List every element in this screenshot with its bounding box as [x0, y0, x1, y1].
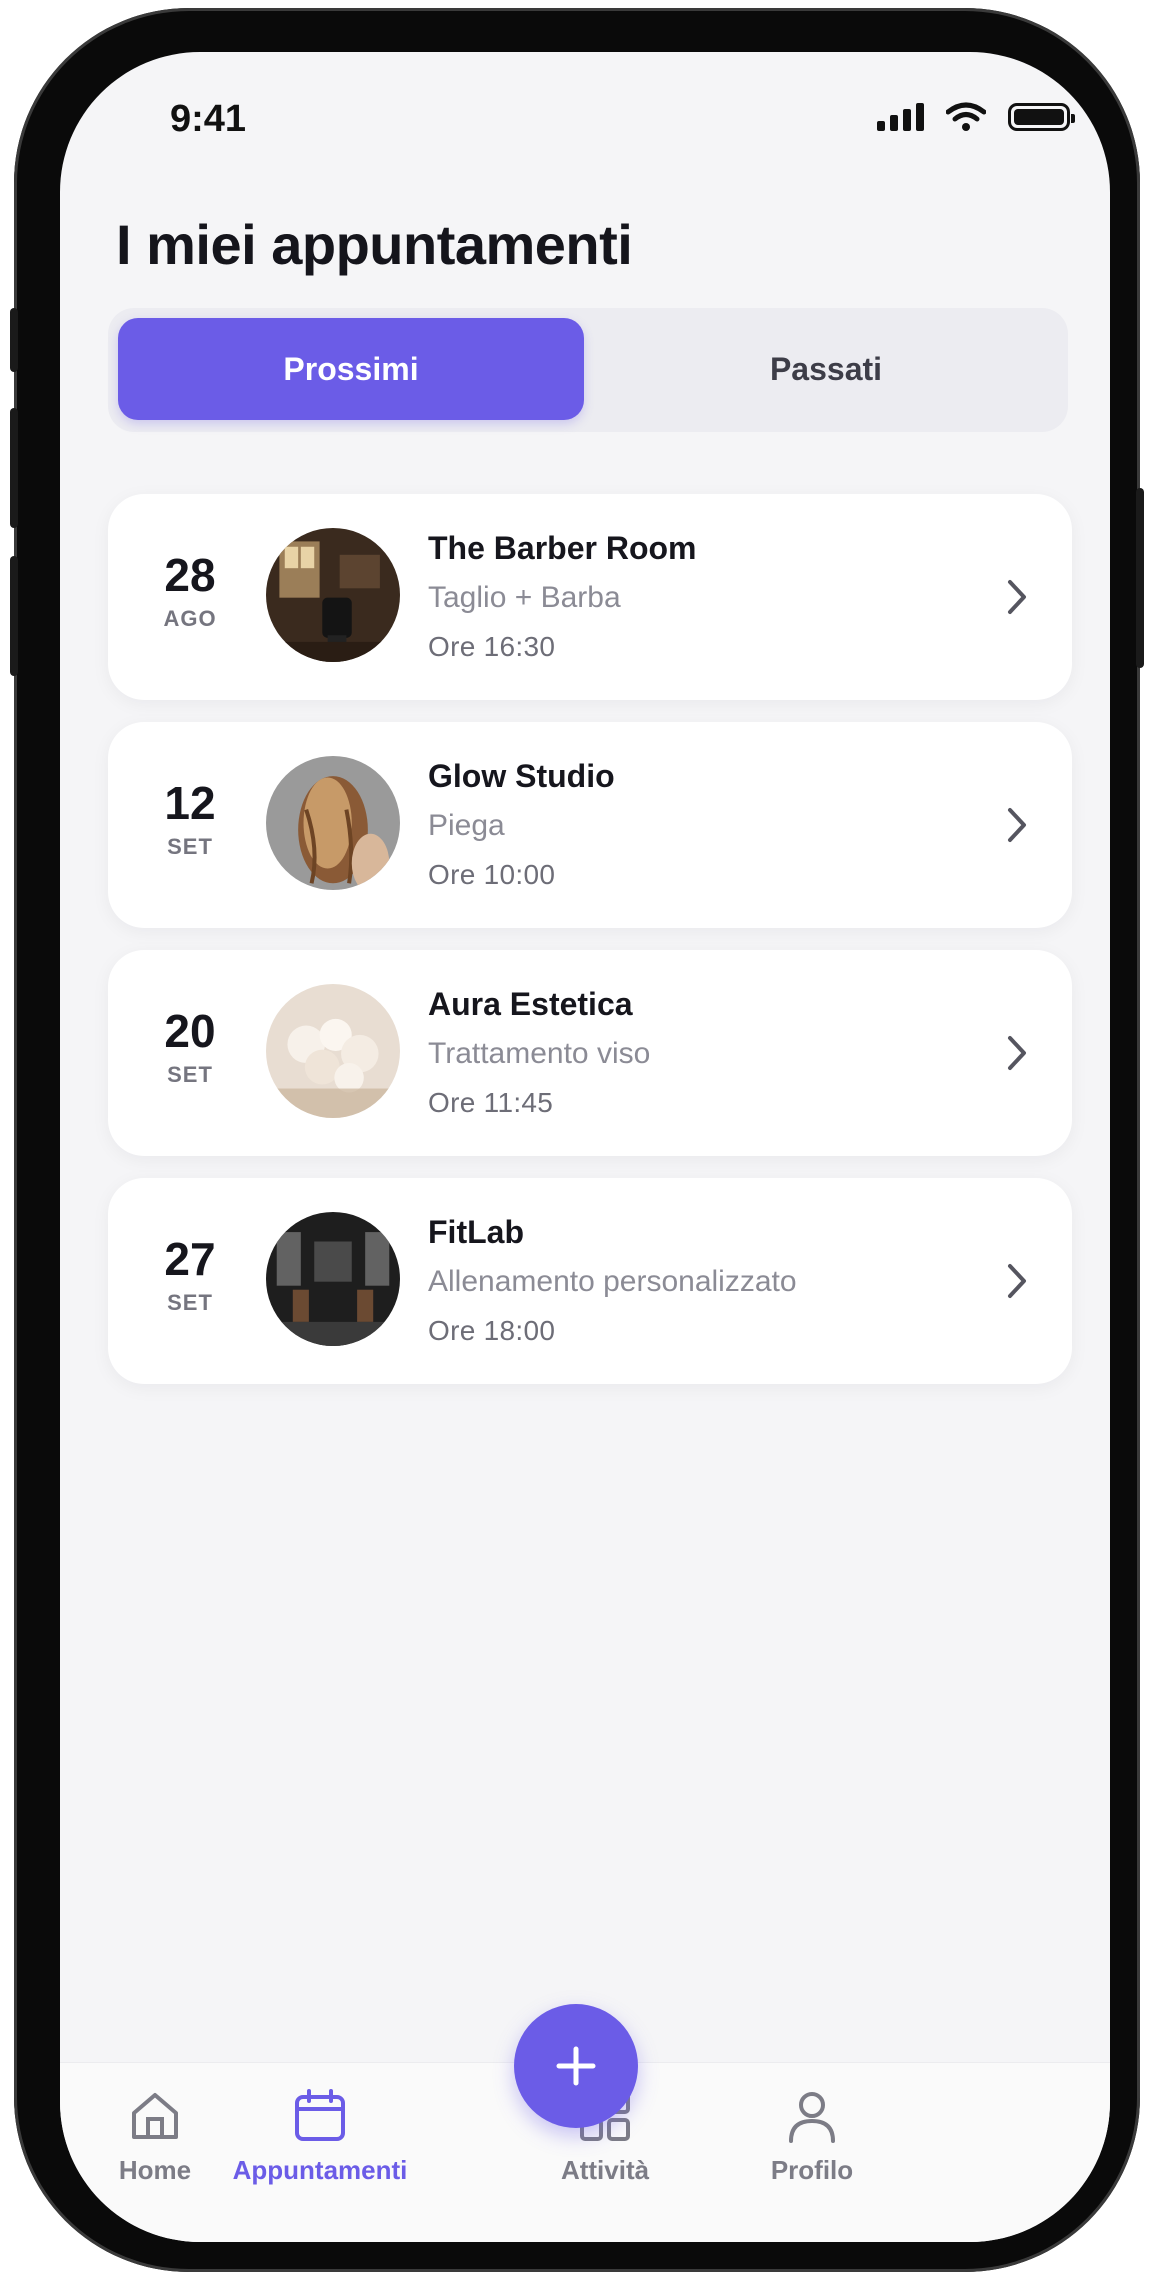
app-screen: 9:41 I miei appuntamenti Prossimi Passat…: [60, 52, 1110, 2242]
tab-label: Attività: [560, 2155, 650, 2185]
date-day: 20: [164, 1005, 216, 1057]
signal-icon: [877, 103, 924, 131]
status-icons: [877, 102, 1075, 132]
glow-studio-image: [266, 756, 400, 890]
aura-estetica-image: [266, 984, 400, 1118]
segmented-control: Prossimi Passati: [108, 308, 1068, 432]
date-month: AGO: [163, 606, 217, 631]
tab-profilo[interactable]: Profilo: [712, 2087, 912, 2186]
venue-name: FitLab: [428, 1214, 524, 1250]
appointment-card[interactable]: 20 SET Aura Estetica Trattamento viso Or…: [108, 950, 1072, 1156]
appointment-date: 12 SET: [140, 780, 240, 860]
appointment-info: FitLab Allenamento personalizzato Ore 18…: [428, 1214, 797, 1347]
mute-switch: [10, 308, 18, 372]
person-icon: [789, 2092, 835, 2143]
service-name: Piega: [428, 809, 505, 842]
service-name: Taglio + Barba: [428, 581, 621, 614]
appointment-card[interactable]: 28 AGO The Barber Room Taglio + Barba Or…: [108, 494, 1072, 700]
date-day: 12: [164, 777, 216, 829]
venue-name: The Barber Room: [428, 530, 697, 566]
status-bar: 9:41: [60, 52, 1110, 162]
appointment-date: 28 AGO: [140, 552, 240, 632]
appointment-time: Ore 16:30: [428, 631, 556, 662]
date-month: SET: [167, 1062, 213, 1087]
appointment-card[interactable]: 12 SET Glow Studio Piega Ore 10:00: [108, 722, 1072, 928]
date-day: 28: [164, 549, 216, 601]
appointment-card[interactable]: 27 SET FitLab Allenamento personalizzato…: [108, 1178, 1072, 1384]
date-month: SET: [167, 834, 213, 859]
wifi-icon: [946, 102, 986, 131]
page-title: I miei appuntamenti: [116, 213, 633, 276]
battery-icon: [1008, 103, 1075, 131]
chevron-right-icon[interactable]: [1006, 806, 1028, 844]
date-day: 27: [164, 1233, 216, 1285]
phone-frame: 9:41 I miei appuntamenti Prossimi Passat…: [10, 8, 1144, 2272]
calendar-icon: [295, 2089, 345, 2141]
appointment-info: Glow Studio Piega Ore 10:00: [428, 758, 615, 891]
tab-passati[interactable]: Passati: [594, 318, 1058, 420]
appointment-date: 20 SET: [140, 1008, 240, 1088]
date-month: SET: [167, 1290, 213, 1315]
appointment-time: Ore 18:00: [428, 1315, 556, 1346]
venue-thumbnail: [266, 756, 400, 890]
service-name: Trattamento viso: [428, 1037, 651, 1070]
status-time: 9:41: [170, 98, 247, 140]
chevron-right-icon[interactable]: [1006, 1262, 1028, 1300]
volume-down-button: [10, 556, 18, 676]
appointment-date: 27 SET: [140, 1236, 240, 1316]
barber-room-image: [266, 528, 400, 662]
chevron-right-icon[interactable]: [1006, 578, 1028, 616]
power-button: [1136, 488, 1144, 668]
venue-name: Aura Estetica: [428, 986, 633, 1022]
volume-up-button: [10, 408, 18, 528]
plus-icon: [556, 2046, 596, 2086]
service-name: Allenamento personalizzato: [428, 1265, 797, 1298]
fitlab-image: [266, 1212, 400, 1346]
venue-thumbnail: [266, 984, 400, 1118]
appointment-time: Ore 11:45: [428, 1087, 554, 1118]
appointment-info: Aura Estetica Trattamento viso Ore 11:45: [428, 986, 650, 1119]
home-icon: [132, 2093, 178, 2139]
venue-thumbnail: [266, 1212, 400, 1346]
venue-name: Glow Studio: [428, 758, 615, 794]
tab-appuntamenti[interactable]: Appuntamenti: [220, 2087, 420, 2186]
tab-label: Profilo: [770, 2155, 854, 2185]
add-appointment-button[interactable]: [514, 2004, 638, 2128]
venue-thumbnail: [266, 528, 400, 662]
tab-prossimi[interactable]: Prossimi: [118, 318, 584, 420]
appointment-info: The Barber Room Taglio + Barba Ore 16:30: [428, 530, 696, 663]
appointment-time: Ore 10:00: [428, 859, 556, 890]
tab-label: Appuntamenti: [232, 2155, 408, 2185]
chevron-right-icon[interactable]: [1006, 1034, 1028, 1072]
